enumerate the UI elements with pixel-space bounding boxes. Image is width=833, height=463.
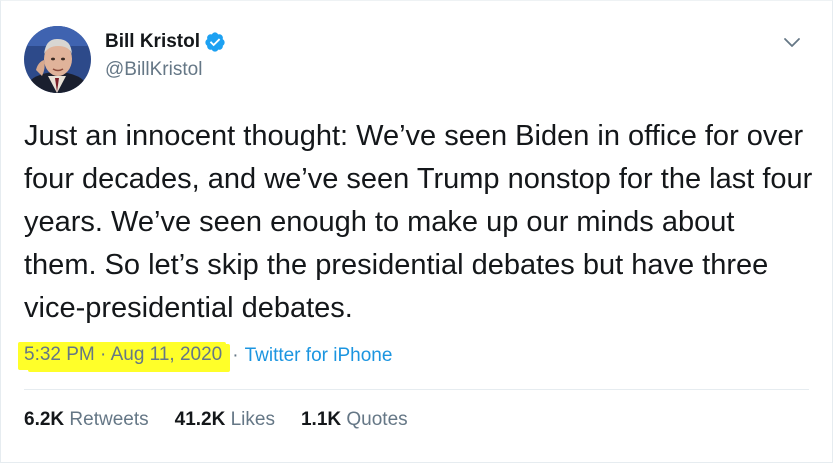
tweet-meta: 5:32 PM · Aug 11, 2020 · Twitter for iPh… xyxy=(24,341,392,371)
tweet-text: Just an innocent thought: We’ve seen Bid… xyxy=(24,120,813,324)
verified-badge-icon xyxy=(204,31,226,53)
quotes-stat[interactable]: 1.1K Quotes xyxy=(301,409,408,431)
display-name[interactable]: Bill Kristol xyxy=(105,31,200,53)
likes-stat[interactable]: 41.2K Likes xyxy=(175,409,275,431)
tweet-stats: 6.2K Retweets 41.2K Likes 1.1K Quotes xyxy=(24,409,434,431)
retweets-stat[interactable]: 6.2K Retweets xyxy=(24,409,149,431)
retweets-label: Retweets xyxy=(69,409,149,430)
quotes-count: 1.1K xyxy=(300,409,342,430)
meta-separator: · xyxy=(232,345,239,366)
profile-photo-icon xyxy=(24,26,91,93)
source-link[interactable]: Twitter for iPhone xyxy=(245,345,393,367)
retweets-count: 6.2K xyxy=(24,409,65,430)
avatar[interactable] xyxy=(24,26,91,93)
tweet-header: Bill Kristol @BillKristol xyxy=(24,26,226,93)
likes-count: 41.2K xyxy=(174,409,226,430)
likes-label: Likes xyxy=(230,409,275,430)
divider xyxy=(24,389,809,390)
quotes-label: Quotes xyxy=(346,409,408,430)
more-options-chevron-down-icon[interactable] xyxy=(782,32,802,52)
handle[interactable]: @BillKristol xyxy=(105,59,226,81)
tweet-card: Bill Kristol @BillKristol Just an innoce… xyxy=(0,0,833,463)
author-names: Bill Kristol @BillKristol xyxy=(105,30,226,81)
display-name-row: Bill Kristol xyxy=(105,30,226,54)
timestamp-link[interactable]: 5:32 PM · Aug 11, 2020 xyxy=(24,342,227,370)
